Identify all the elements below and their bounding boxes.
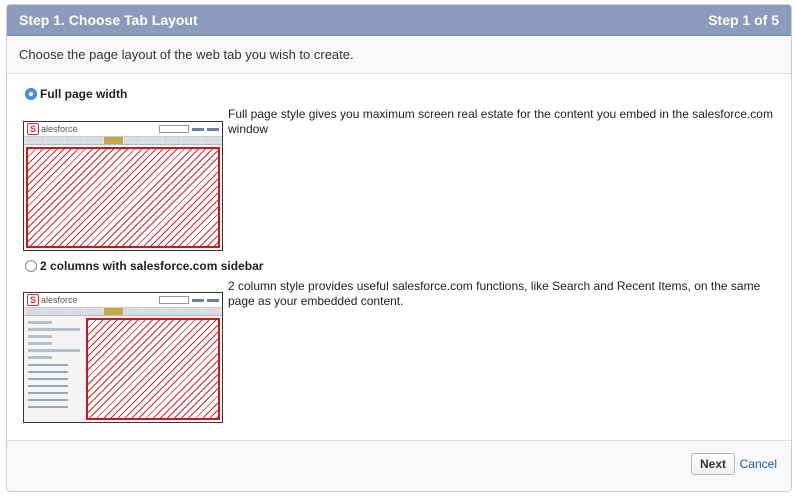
full-page-label: Full page width bbox=[40, 87, 128, 101]
thumbnail-tabs bbox=[24, 307, 222, 316]
wizard-panel: Step 1. Choose Tab Layout Step 1 of 5 Ch… bbox=[6, 4, 792, 492]
step-indicator: Step 1 of 5 bbox=[708, 12, 779, 28]
full-page-description: Full page style gives you maximum screen… bbox=[228, 107, 773, 136]
two-columns-label: 2 columns with salesforce.com sidebar bbox=[40, 259, 264, 273]
two-columns-radio[interactable] bbox=[25, 260, 37, 272]
logo-text: alesforce bbox=[41, 124, 78, 134]
wizard-footer: Next Cancel bbox=[7, 442, 791, 491]
salesforce-logo-icon: S bbox=[27, 294, 40, 306]
option-full-page-width[interactable]: Full page width bbox=[25, 87, 127, 101]
full-page-radio[interactable] bbox=[25, 88, 37, 100]
wizard-title: Step 1. Choose Tab Layout bbox=[19, 12, 198, 28]
two-columns-description: 2 column style provides useful salesforc… bbox=[228, 279, 761, 308]
option-two-columns-sidebar[interactable]: 2 columns with salesforce.com sidebar bbox=[25, 259, 263, 273]
two-columns-thumbnail[interactable]: S alesforce bbox=[23, 292, 223, 423]
salesforce-logo-icon: S bbox=[27, 123, 40, 135]
intro-text: Choose the page layout of the web tab yo… bbox=[7, 36, 791, 74]
cancel-link[interactable]: Cancel bbox=[740, 457, 777, 471]
next-button[interactable]: Next bbox=[690, 453, 735, 475]
layout-options: Full page width S alesforce Full page st… bbox=[7, 74, 791, 441]
wizard-header: Step 1. Choose Tab Layout Step 1 of 5 bbox=[7, 5, 791, 36]
thumbnail-header: S alesforce bbox=[24, 293, 222, 307]
embedded-content-area bbox=[26, 147, 220, 248]
full-page-thumbnail[interactable]: S alesforce bbox=[23, 121, 223, 251]
thumbnail-tabs bbox=[24, 136, 222, 145]
logo-text: alesforce bbox=[41, 295, 78, 305]
thumbnail-sidebar bbox=[26, 317, 82, 420]
embedded-content-area bbox=[86, 318, 220, 420]
thumbnail-header: S alesforce bbox=[24, 122, 222, 136]
